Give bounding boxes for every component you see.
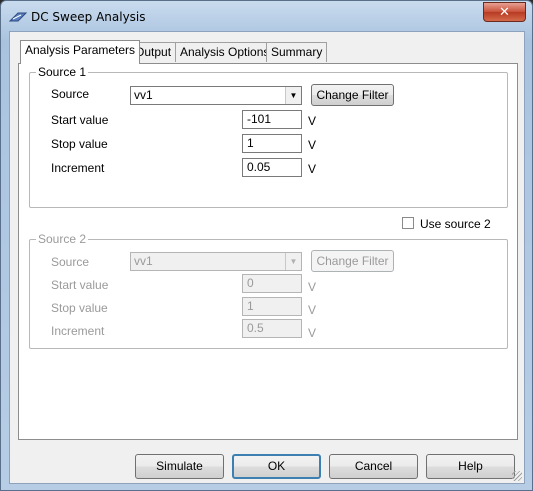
source1-group: Source 1 Source vv1 ▼ Change Filter Star… [29,65,508,208]
tab-summary[interactable]: Summary [266,42,328,62]
dc-sweep-app-icon [8,11,28,23]
source2-start-unit: V [308,280,317,294]
source2-increment-input: 0.5 [242,319,302,338]
tab-analysis-parameters[interactable]: Analysis Parameters [20,40,141,64]
source1-legend: Source 1 [36,65,89,79]
source1-stop-label: Stop value [51,137,108,151]
source1-change-filter-button[interactable]: Change Filter [311,84,394,106]
source2-legend: Source 2 [36,232,89,246]
dialog-client-area: Analysis Parameters Output Analysis Opti… [9,31,525,484]
source1-start-unit: V [308,114,317,128]
tab-analysis-options[interactable]: Analysis Options [175,42,275,62]
source2-increment-label: Increment [51,324,105,338]
source2-start-label: Start value [51,278,109,292]
source1-increment-unit: V [308,162,317,176]
use-source2-checkbox[interactable] [402,217,414,229]
source2-increment-unit: V [308,326,317,340]
source1-stop-unit: V [308,138,317,152]
window-title: DC Sweep Analysis [31,10,146,24]
cancel-button[interactable]: Cancel [329,454,418,479]
dialog-window: DC Sweep Analysis ✕ Analysis Parameters … [0,0,533,491]
source1-source-label: Source [51,87,90,101]
resize-grip-icon[interactable] [512,471,522,481]
source2-stop-label: Stop value [51,301,108,315]
title-bar[interactable]: DC Sweep Analysis ✕ [1,1,532,33]
source1-increment-label: Increment [51,161,105,175]
simulate-button[interactable]: Simulate [135,454,224,479]
source2-source-select: vv1 ▼ [130,252,302,271]
close-button[interactable]: ✕ [483,2,526,22]
source1-source-select[interactable]: vv1 ▼ [130,86,302,105]
source1-start-input[interactable]: -101 [242,110,302,129]
source2-start-input: 0 [242,274,302,293]
source1-source-value: vv1 [134,88,153,102]
source1-increment-input[interactable]: 0.05 [242,158,302,177]
source2-source-value: vv1 [134,254,153,268]
source2-source-label: Source [51,255,90,269]
source2-stop-input: 1 [242,297,302,316]
use-source2-label[interactable]: Use source 2 [420,217,491,231]
chevron-down-icon: ▼ [285,87,301,104]
tab-label: Output [135,45,172,59]
ok-button[interactable]: OK [232,454,321,479]
close-icon: ✕ [499,4,510,19]
tab-label: Analysis Parameters [25,43,136,57]
source2-change-filter-button: Change Filter [311,250,394,272]
tab-label: Analysis Options [180,45,270,59]
source1-start-label: Start value [51,113,109,127]
analysis-parameters-panel: Source 1 Source vv1 ▼ Change Filter Star… [18,63,518,440]
source1-stop-input[interactable]: 1 [242,134,302,153]
source2-stop-unit: V [308,303,317,317]
chevron-down-icon: ▼ [285,253,301,270]
source2-group: Source 2 Source vv1 ▼ Change Filter Star… [29,232,508,349]
help-button[interactable]: Help [426,454,515,479]
tab-label: Summary [271,45,323,59]
